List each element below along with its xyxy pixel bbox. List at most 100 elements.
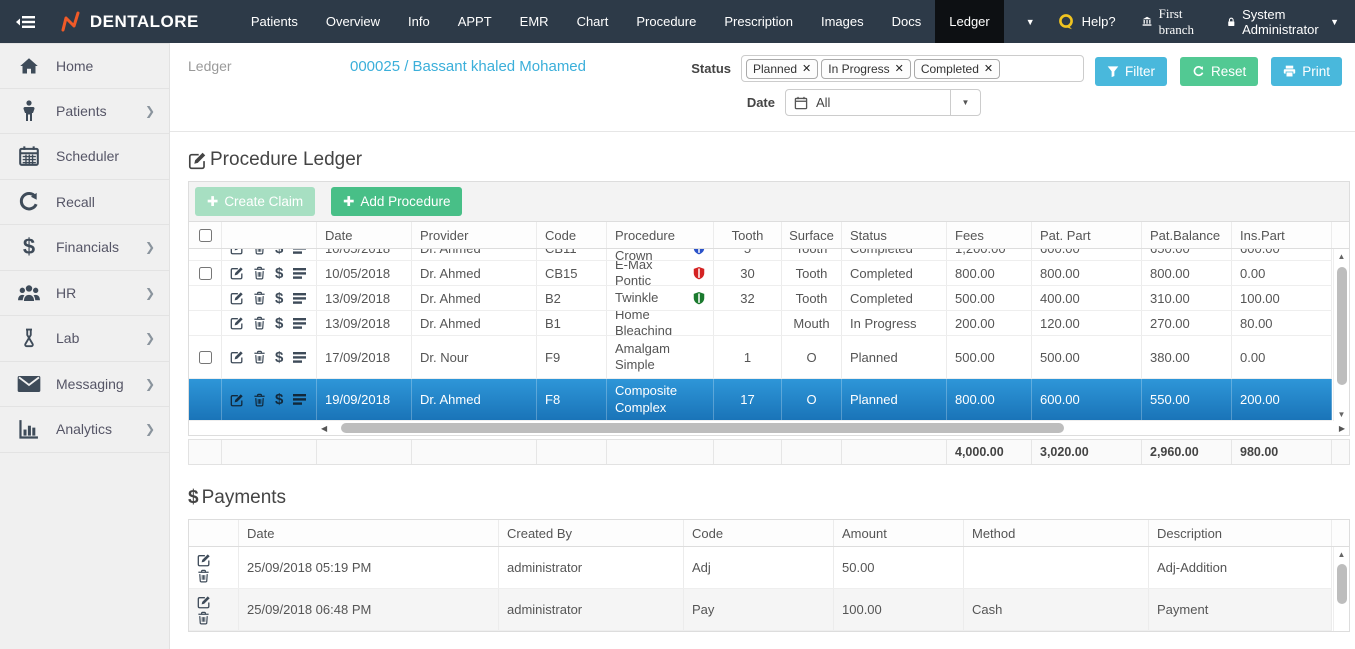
vertical-scrollbar[interactable]: ▲	[1333, 547, 1349, 631]
sidebar-item-analytics[interactable]: Analytics ❯	[0, 407, 169, 453]
payment-icon[interactable]: $	[275, 391, 283, 408]
table-row-selected[interactable]: $ 19/09/2018 Dr. Ahmed F8 Composite Comp…	[189, 379, 1332, 421]
table-row[interactable]: $ 10/05/2018 Dr. Ahmed CB15 E-Max Pontic…	[189, 261, 1332, 286]
edit-icon[interactable]	[230, 316, 244, 330]
remove-tag-icon[interactable]: ✕	[984, 62, 993, 75]
status-tags-input[interactable]: Planned✕ In Progress✕ Completed✕	[741, 55, 1084, 82]
claim-list-icon[interactable]	[292, 267, 307, 280]
table-row[interactable]: $ 13/09/2018 Dr. Ahmed B1 Home Bleaching…	[189, 311, 1332, 336]
scroll-left-icon[interactable]: ◀	[317, 424, 331, 433]
claim-list-icon[interactable]	[292, 393, 307, 406]
create-claim-button[interactable]: ✚Create Claim	[195, 187, 315, 216]
brand-logo[interactable]: DENTALORE	[48, 0, 237, 43]
sidebar-item-recall[interactable]: Recall	[0, 180, 169, 226]
payment-icon[interactable]: $	[275, 290, 283, 307]
nav-item-emr[interactable]: EMR	[506, 0, 563, 43]
edit-icon[interactable]	[197, 595, 211, 609]
column-header-created-by[interactable]: Created By	[499, 520, 684, 546]
table-row[interactable]: 25/09/2018 05:19 PM administrator Adj 50…	[189, 547, 1332, 589]
nav-item-chart[interactable]: Chart	[563, 0, 623, 43]
sidebar-item-lab[interactable]: Lab ❯	[0, 316, 169, 362]
nav-item-docs[interactable]: Docs	[878, 0, 936, 43]
nav-item-patients[interactable]: Patients	[237, 0, 312, 43]
payment-icon[interactable]: $	[275, 349, 283, 366]
remove-tag-icon[interactable]: ✕	[802, 62, 811, 75]
delete-icon[interactable]	[197, 611, 210, 625]
column-header-amount[interactable]: Amount	[834, 520, 964, 546]
edit-icon[interactable]	[230, 350, 244, 364]
reset-button[interactable]: Reset	[1180, 57, 1258, 86]
column-header-pat-balance[interactable]: Pat.Balance	[1142, 222, 1232, 248]
scroll-up-icon[interactable]: ▲	[1338, 547, 1346, 561]
column-header-fees[interactable]: Fees	[947, 222, 1032, 248]
delete-icon[interactable]	[253, 249, 266, 255]
column-header-date[interactable]: Date	[317, 222, 412, 248]
edit-icon[interactable]	[230, 291, 244, 305]
nav-more-dropdown[interactable]: ▼	[1004, 0, 1057, 43]
column-header-status[interactable]: Status	[842, 222, 947, 248]
scroll-right-icon[interactable]: ▶	[1335, 424, 1349, 433]
column-header-code[interactable]: Code	[684, 520, 834, 546]
scrollbar-thumb[interactable]	[1337, 267, 1347, 385]
table-row[interactable]: $ 10/05/2018 Dr. Ahmed CB11 E-Max Crown …	[189, 249, 1332, 261]
edit-icon[interactable]	[230, 393, 244, 407]
column-header-date[interactable]: Date	[239, 520, 499, 546]
date-range-select[interactable]: All ▼	[785, 89, 981, 116]
nav-item-prescription[interactable]: Prescription	[710, 0, 807, 43]
column-header-description[interactable]: Description	[1149, 520, 1332, 546]
vertical-scrollbar[interactable]: ▲ ▼	[1333, 249, 1349, 421]
branch-selector[interactable]: First branch	[1142, 6, 1201, 38]
nav-item-procedure[interactable]: Procedure	[622, 0, 710, 43]
scrollbar-thumb[interactable]	[1337, 564, 1347, 604]
column-header-tooth[interactable]: Tooth	[714, 222, 782, 248]
payment-icon[interactable]: $	[275, 265, 283, 282]
remove-tag-icon[interactable]: ✕	[895, 62, 904, 75]
select-all-checkbox[interactable]	[199, 229, 212, 242]
row-checkbox[interactable]	[199, 267, 212, 280]
column-header-procedure[interactable]: Procedure	[607, 222, 714, 248]
nav-item-overview[interactable]: Overview	[312, 0, 394, 43]
column-header-pat-part[interactable]: Pat. Part	[1032, 222, 1142, 248]
claim-list-icon[interactable]	[292, 292, 307, 305]
column-header-provider[interactable]: Provider	[412, 222, 537, 248]
delete-icon[interactable]	[253, 393, 266, 407]
nav-item-appt[interactable]: APPT	[444, 0, 506, 43]
horizontal-scrollbar[interactable]: ◀ ▶	[317, 421, 1349, 435]
nav-item-images[interactable]: Images	[807, 0, 878, 43]
sidebar-item-hr[interactable]: HR ❯	[0, 271, 169, 317]
filter-button[interactable]: Filter	[1095, 57, 1167, 86]
claim-list-icon[interactable]	[292, 249, 307, 255]
nav-item-info[interactable]: Info	[394, 0, 444, 43]
sidebar-toggle-button[interactable]	[0, 0, 48, 43]
add-procedure-button[interactable]: ✚Add Procedure	[331, 187, 462, 216]
claim-list-icon[interactable]	[292, 351, 307, 364]
edit-icon[interactable]	[230, 266, 244, 280]
scrollbar-thumb[interactable]	[341, 423, 1063, 433]
scroll-up-icon[interactable]: ▲	[1338, 249, 1346, 263]
nav-item-ledger[interactable]: Ledger	[935, 0, 1003, 43]
column-header-code[interactable]: Code	[537, 222, 607, 248]
sidebar-item-patients[interactable]: Patients ❯	[0, 89, 169, 135]
claim-list-icon[interactable]	[292, 317, 307, 330]
delete-icon[interactable]	[253, 266, 266, 280]
help-button[interactable]: Help?	[1057, 13, 1116, 31]
sidebar-item-financials[interactable]: $ Financials ❯	[0, 225, 169, 271]
table-row[interactable]: $ 17/09/2018 Dr. Nour F9 Amalgam Simple …	[189, 336, 1332, 379]
sidebar-item-home[interactable]: Home	[0, 43, 169, 89]
edit-icon[interactable]	[197, 553, 211, 567]
payment-icon[interactable]: $	[275, 315, 283, 332]
sidebar-item-messaging[interactable]: Messaging ❯	[0, 362, 169, 408]
column-header-surface[interactable]: Surface	[782, 222, 842, 248]
column-header-ins-part[interactable]: Ins.Part	[1232, 222, 1332, 248]
column-header-method[interactable]: Method	[964, 520, 1149, 546]
payment-icon[interactable]: $	[275, 249, 283, 257]
delete-icon[interactable]	[197, 569, 210, 583]
user-menu[interactable]: System Administrator ▼	[1227, 7, 1340, 37]
table-row[interactable]: $ 13/09/2018 Dr. Ahmed B2 Twinkle 32 Too…	[189, 286, 1332, 311]
patient-link[interactable]: 000025 / Bassant khaled Mohamed	[318, 55, 618, 123]
sidebar-item-scheduler[interactable]: Scheduler	[0, 134, 169, 180]
print-button[interactable]: Print	[1271, 57, 1342, 86]
edit-icon[interactable]	[230, 249, 244, 255]
delete-icon[interactable]	[253, 316, 266, 330]
delete-icon[interactable]	[253, 350, 266, 364]
